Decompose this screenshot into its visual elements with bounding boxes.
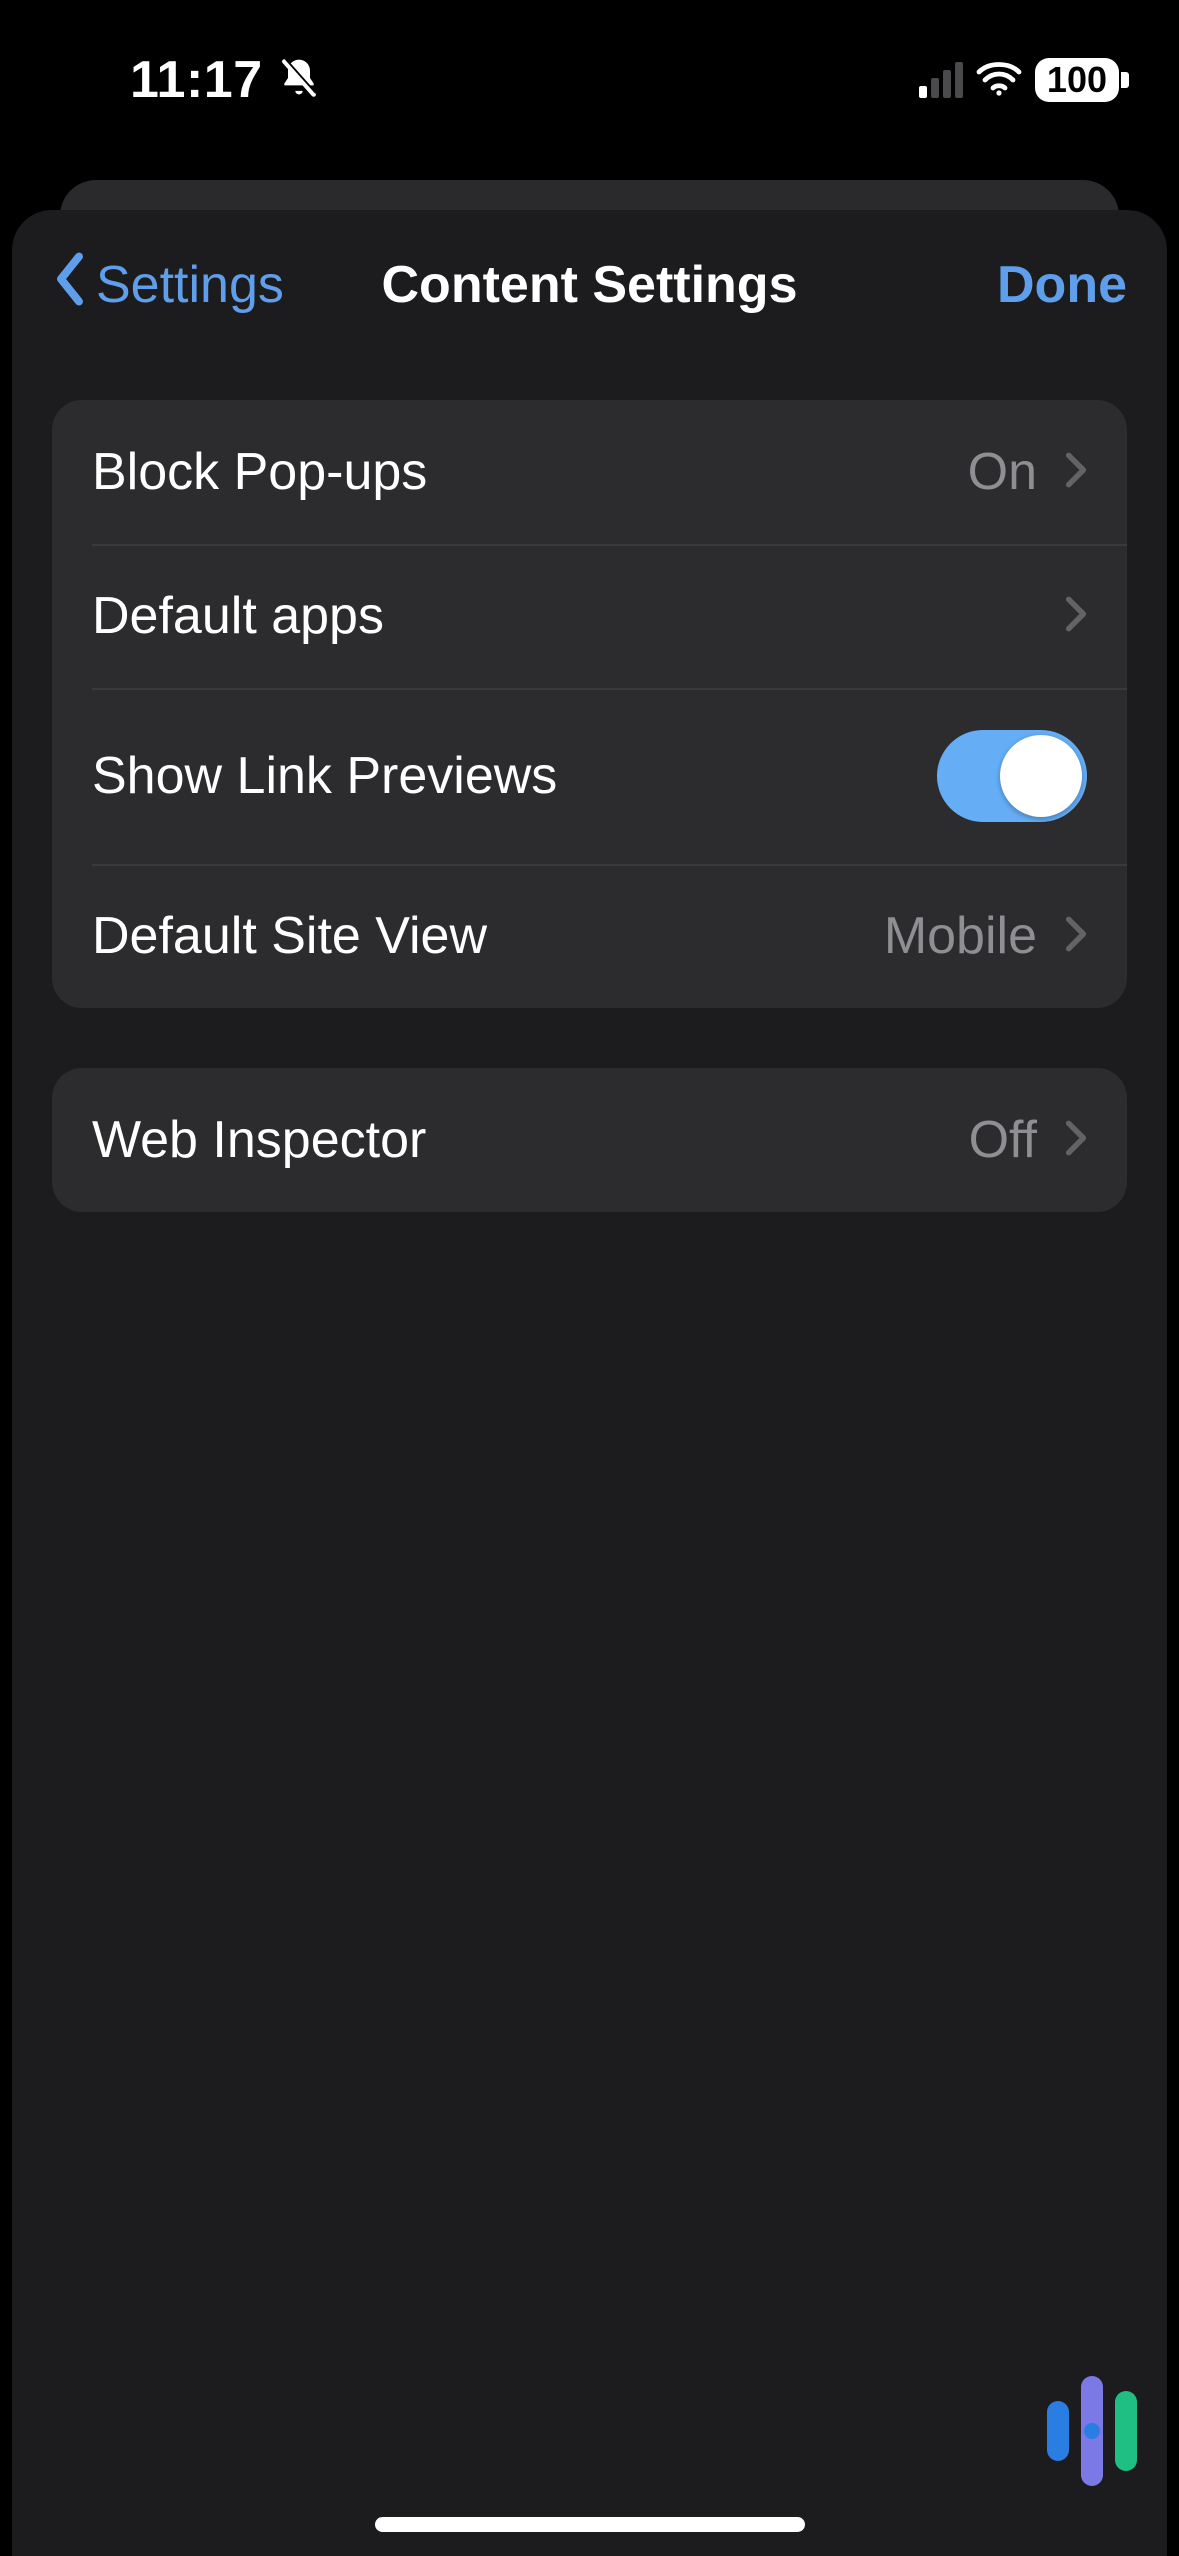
row-label: Default Site View <box>92 906 487 966</box>
row-default-apps[interactable]: Default apps <box>52 544 1127 688</box>
back-label: Settings <box>96 255 284 315</box>
row-default-site-view[interactable]: Default Site View Mobile <box>52 864 1127 1008</box>
row-block-popups[interactable]: Block Pop-ups On <box>52 400 1127 544</box>
chevron-right-icon <box>1065 1119 1087 1162</box>
done-button[interactable]: Done <box>997 255 1127 315</box>
wifi-icon <box>975 59 1023 102</box>
battery-indicator: 100 <box>1035 58 1119 102</box>
chevron-right-icon <box>1065 595 1087 638</box>
back-button[interactable]: Settings <box>52 252 284 319</box>
cellular-signal-icon <box>919 62 963 98</box>
row-web-inspector[interactable]: Web Inspector Off <box>52 1068 1127 1212</box>
row-label: Block Pop-ups <box>92 442 427 502</box>
row-show-link-previews: Show Link Previews <box>52 688 1127 864</box>
row-label: Default apps <box>92 586 384 646</box>
settings-group-1: Block Pop-ups On Default apps <box>52 400 1127 1008</box>
bell-slash-icon <box>277 56 321 105</box>
row-value: Mobile <box>884 906 1037 966</box>
status-bar: 11:17 <box>0 0 1179 170</box>
row-value: On <box>968 442 1037 502</box>
watermark-icon <box>1047 2376 1137 2486</box>
row-label: Show Link Previews <box>92 746 557 806</box>
chevron-left-icon <box>52 252 88 319</box>
status-time: 11:17 <box>130 50 263 110</box>
nav-bar: Settings Content Settings Done <box>12 210 1167 360</box>
row-value: Off <box>969 1110 1037 1170</box>
page-title: Content Settings <box>382 255 798 315</box>
toggle-show-link-previews[interactable] <box>937 730 1087 822</box>
status-left: 11:17 <box>130 50 321 110</box>
content-area: Block Pop-ups On Default apps <box>12 360 1167 1272</box>
chevron-right-icon <box>1065 451 1087 494</box>
status-right: 100 <box>919 58 1119 102</box>
chevron-right-icon <box>1065 915 1087 958</box>
settings-group-2: Web Inspector Off <box>52 1068 1127 1212</box>
row-label: Web Inspector <box>92 1110 426 1170</box>
home-indicator[interactable] <box>375 2517 805 2532</box>
settings-sheet: Settings Content Settings Done Block Pop… <box>12 210 1167 2556</box>
